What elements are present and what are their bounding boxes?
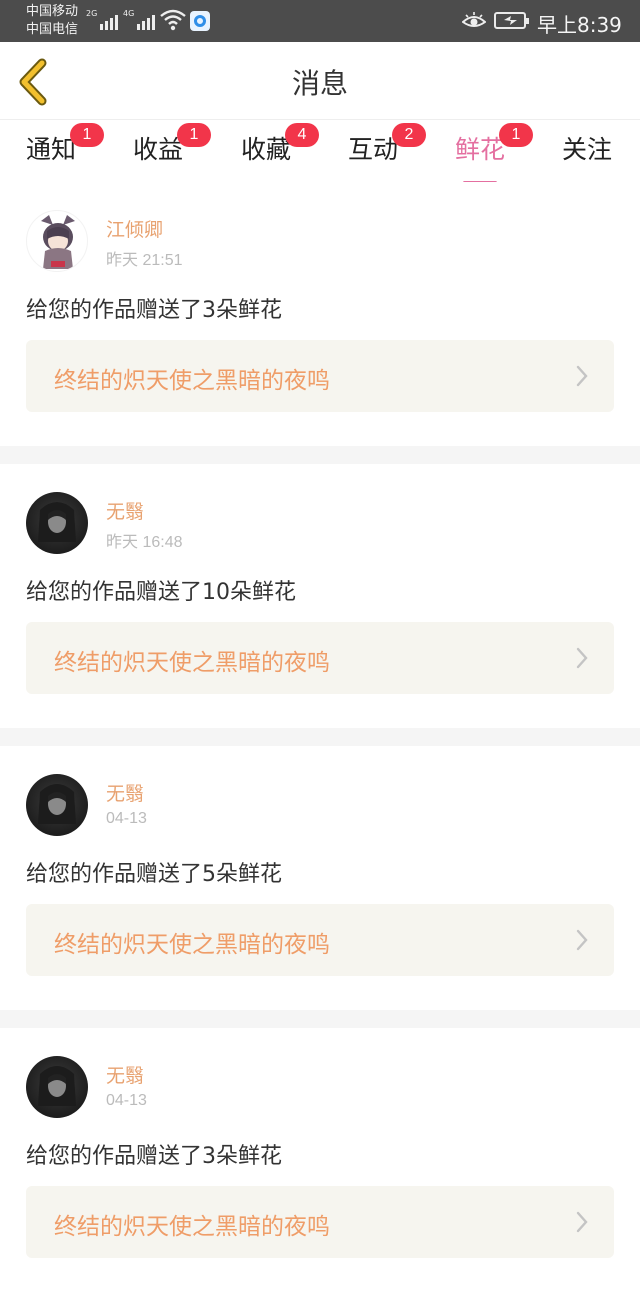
tab-bar: 通知 1 收益 1 收藏 4 互动 2 鲜花 1 关注 [0,120,640,184]
unread-badge: 1 [499,123,533,147]
unread-badge: 2 [392,123,426,147]
tab-flowers[interactable]: 鲜花 1 [455,123,533,184]
work-link[interactable]: 终结的炽天使之黑暗的夜鸣 [26,622,614,694]
message-text: 给您的作品赠送了10朵鲜花 [26,580,296,605]
chevron-right-icon [576,1211,588,1233]
message-time: 04-13 [106,1092,147,1109]
message-text: 给您的作品赠送了5朵鲜花 [26,862,282,887]
message-text: 给您的作品赠送了3朵鲜花 [26,1144,282,1169]
message-list: 江倾卿 昨天 21:51 给您的作品赠送了3朵鲜花 终结的炽天使之黑暗的夜鸣 无… [0,182,640,1292]
eye-icon [462,12,486,27]
avatar[interactable] [26,1056,88,1118]
unread-badge: 1 [177,123,211,147]
tab-earnings[interactable]: 收益 1 [133,123,211,178]
username[interactable]: 无翳 [106,1061,144,1088]
carrier-info: 中国移动 中国电信 [26,3,78,39]
tab-label: 关注 [562,135,613,164]
chevron-right-icon [576,365,588,387]
divider [0,728,640,746]
divider [0,446,640,464]
work-link[interactable]: 终结的炽天使之黑暗的夜鸣 [26,1186,614,1258]
unread-badge: 4 [285,123,319,147]
list-item: 江倾卿 昨天 21:51 给您的作品赠送了3朵鲜花 终结的炽天使之黑暗的夜鸣 [0,182,640,446]
avatar[interactable] [26,210,88,272]
battery-icon [494,12,529,29]
work-link[interactable]: 终结的炽天使之黑暗的夜鸣 [26,340,614,412]
message-time: 昨天 21:51 [106,252,183,269]
nav-bar: 消息 [0,42,640,120]
message-text: 给您的作品赠送了3朵鲜花 [26,298,282,323]
tab-label: 通知 [26,135,77,164]
wifi-icon [160,9,186,31]
username[interactable]: 无翳 [106,497,144,524]
app-notification-icon [190,11,210,31]
chevron-right-icon [576,647,588,669]
tab-favorites[interactable]: 收藏 4 [241,123,319,178]
tab-label: 收藏 [241,135,292,164]
tab-interaction[interactable]: 互动 2 [348,123,426,178]
message-time: 昨天 16:48 [106,534,183,551]
work-title: 终结的炽天使之黑暗的夜鸣 [54,650,330,676]
tab-label: 收益 [133,135,184,164]
tab-label: 鲜花 [455,135,506,164]
list-item: 无翳 昨天 16:48 给您的作品赠送了10朵鲜花 终结的炽天使之黑暗的夜鸣 [0,464,640,728]
username[interactable]: 无翳 [106,779,144,806]
list-item: 无翳 04-13 给您的作品赠送了5朵鲜花 终结的炽天使之黑暗的夜鸣 [0,746,640,1010]
signal-icon: 4G [123,10,156,30]
work-title: 终结的炽天使之黑暗的夜鸣 [54,368,330,394]
unread-badge: 1 [70,123,104,147]
tab-notice[interactable]: 通知 1 [26,123,104,178]
chevron-right-icon [576,929,588,951]
status-bar: 中国移动 中国电信 2G 4G 早上8:39 [0,0,640,42]
work-title: 终结的炽天使之黑暗的夜鸣 [54,1214,330,1240]
carrier-1: 中国移动 [26,4,79,19]
page-title: 消息 [291,67,348,100]
work-title: 终结的炽天使之黑暗的夜鸣 [54,932,330,958]
message-time: 04-13 [106,810,147,827]
list-item: 无翳 04-13 给您的作品赠送了3朵鲜花 终结的炽天使之黑暗的夜鸣 [0,1028,640,1292]
username[interactable]: 江倾卿 [106,215,163,242]
tab-follow[interactable]: 关注 [562,130,612,178]
tab-label: 互动 [348,135,399,164]
avatar[interactable] [26,774,88,836]
signal-icon: 2G [86,10,119,30]
avatar[interactable] [26,492,88,554]
status-time: 早上8:39 [537,13,622,37]
work-link[interactable]: 终结的炽天使之黑暗的夜鸣 [26,904,614,976]
carrier-2: 中国电信 [26,22,79,37]
divider [0,1010,640,1028]
